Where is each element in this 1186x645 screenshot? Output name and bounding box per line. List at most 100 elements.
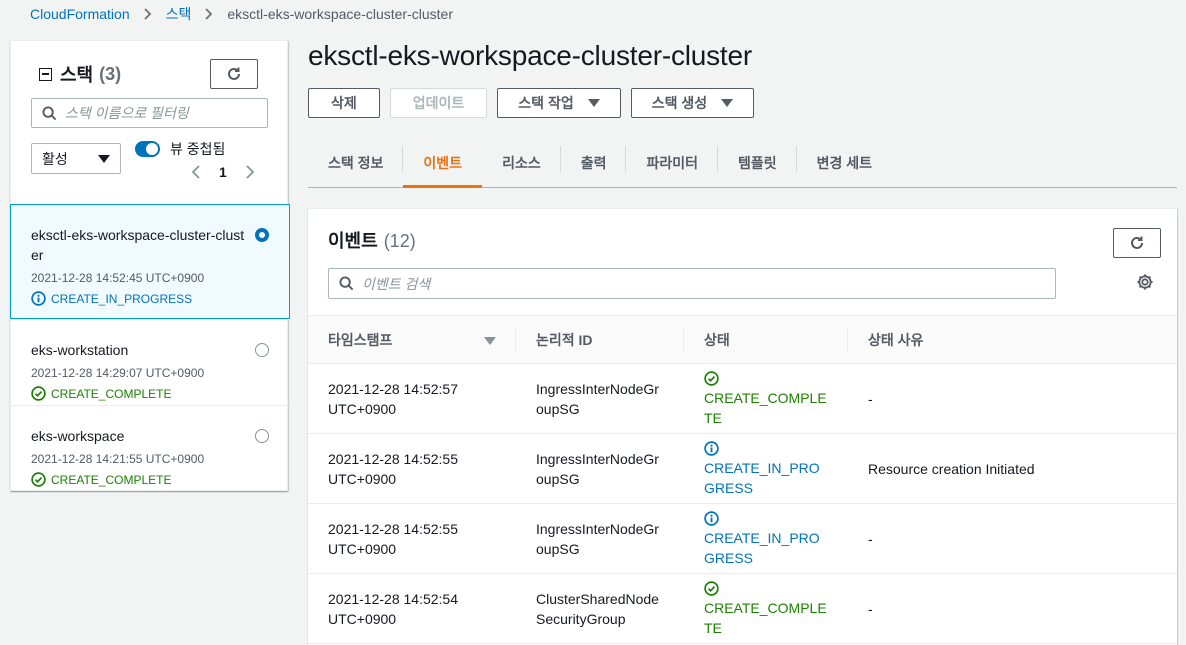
sort-desc-icon[interactable] (484, 337, 496, 345)
caret-down-icon (587, 99, 600, 107)
stack-status-filter-select[interactable]: 활성 (31, 143, 121, 174)
stack-time: 2021-12-28 14:21:55 UTC+0900 (31, 452, 205, 466)
events-search-wrap (328, 268, 1056, 299)
stack-actions-label: 스택 작업 (518, 95, 574, 111)
table-row: 2021-12-28 14:52:57 UTC+0900 IngressInte… (308, 364, 1177, 434)
column-header-timestamp[interactable]: 타임스탬프 (308, 316, 516, 364)
event-timestamp: 2021-12-28 14:52:55 UTC+0900 (328, 520, 458, 557)
stacks-panel-header: 스택 (3) (39, 61, 121, 87)
stack-list: eksctl-eks-workspace-cluster-cluster 202… (10, 204, 290, 491)
stack-time: 2021-12-28 14:29:07 UTC+0900 (31, 366, 205, 380)
nested-view-toggle[interactable] (135, 141, 160, 157)
breadcrumb-cloudformation[interactable]: CloudFormation (30, 6, 130, 22)
stack-time: 2021-12-28 14:52:45 UTC+0900 (31, 271, 205, 285)
events-table: 타임스탬프 논리적 ID 상태 상태 사유 2021-12-28 14:52:5… (308, 315, 1177, 644)
stack-radio[interactable] (255, 228, 269, 242)
nested-view-toggle-wrap: 뷰 중첩됨 (135, 139, 225, 159)
events-header: 이벤트 (12) (328, 227, 416, 253)
chevron-right-icon[interactable] (245, 165, 255, 179)
stack-status: CREATE_IN_PROGRESS (31, 291, 289, 306)
event-status-reason: - (868, 530, 873, 547)
tab-resources[interactable]: 리소스 (482, 138, 561, 187)
event-timestamp: 2021-12-28 14:52:55 UTC+0900 (328, 450, 458, 487)
caret-down-icon (98, 154, 110, 163)
event-status-text: CREATE_IN_PROGRESS (704, 459, 820, 496)
stack-status-filter-value: 활성 (42, 150, 68, 167)
pagination: 1 (191, 164, 255, 180)
check-circle-icon (31, 472, 46, 487)
stacks-refresh-button[interactable] (210, 59, 258, 89)
column-header-status-reason[interactable]: 상태 사유 (848, 316, 1177, 364)
action-bar: 삭제 업데이트 스택 작업 스택 생성 (308, 88, 755, 118)
tab-label: 출력 (580, 154, 607, 171)
event-status: CREATE_COMPLETE (684, 364, 848, 434)
stack-status-text: CREATE_COMPLETE (51, 386, 172, 401)
chevron-right-icon (205, 8, 213, 20)
event-status: CREATE_IN_PROGRESS (684, 434, 848, 504)
event-status-reason: - (868, 390, 873, 407)
page-title: eksctl-eks-workspace-cluster-cluster (308, 40, 753, 71)
table-row: 2021-12-28 14:52:55 UTC+0900 IngressInte… (308, 434, 1177, 504)
search-icon (42, 105, 57, 120)
nested-view-toggle-label: 뷰 중첩됨 (170, 141, 226, 157)
tab-stack-info[interactable]: 스택 정보 (308, 138, 404, 187)
update-button[interactable]: 업데이트 (389, 88, 488, 118)
tab-label: 변경 세트 (816, 154, 873, 171)
tab-label: 템플릿 (738, 154, 777, 171)
events-table-header: 타임스탬프 논리적 ID 상태 상태 사유 (308, 315, 1177, 364)
collapse-icon[interactable] (39, 67, 52, 81)
events-search-input[interactable] (362, 275, 935, 292)
info-icon (704, 441, 719, 456)
caret-down-icon (721, 99, 734, 107)
column-header-logical-id[interactable]: 논리적 ID (516, 316, 684, 364)
event-timestamp: 2021-12-28 14:52:57 UTC+0900 (328, 380, 458, 417)
refresh-icon (1131, 236, 1143, 249)
stack-radio[interactable] (255, 343, 269, 357)
event-logical-id: IngressInterNodeGroupSG (536, 450, 659, 487)
tab-parameters[interactable]: 파라미터 (626, 138, 718, 187)
tab-outputs[interactable]: 출력 (561, 138, 627, 187)
stack-list-item[interactable]: eksctl-eks-workspace-cluster-cluster 202… (10, 204, 290, 319)
events-refresh-button[interactable] (1113, 228, 1161, 258)
tab-change-sets[interactable]: 변경 세트 (797, 138, 892, 187)
create-stack-label: 스택 생성 (651, 95, 708, 111)
check-circle-icon (704, 581, 719, 596)
event-status-text: CREATE_COMPLETE (704, 389, 827, 426)
column-header-status[interactable]: 상태 (684, 316, 848, 364)
event-status: CREATE_COMPLETE (684, 574, 848, 644)
stack-name: eks-workspace (31, 428, 125, 444)
stack-list-item[interactable]: eks-workstation 2021-12-28 14:29:07 UTC+… (11, 319, 289, 405)
chevron-right-icon (143, 8, 152, 20)
info-icon (31, 291, 46, 306)
page-number[interactable]: 1 (219, 164, 227, 180)
breadcrumb: CloudFormation 스택 eksctl-eks-workspace-c… (30, 4, 453, 24)
event-status: CREATE_IN_PROGRESS (684, 504, 848, 574)
create-stack-button[interactable]: 스택 생성 (630, 88, 755, 118)
events-panel: 이벤트 (12) 타임스탬프 논리적 ID 상태 상태 사유 2021-12-2… (308, 208, 1177, 645)
tab-template[interactable]: 템플릿 (718, 138, 797, 187)
stack-name: eksctl-eks-workspace-cluster-cluster (31, 227, 245, 263)
stack-actions-button[interactable]: 스택 작업 (497, 88, 621, 118)
stack-filter-input[interactable] (65, 105, 245, 121)
delete-button[interactable]: 삭제 (308, 88, 380, 118)
chevron-left-icon[interactable] (191, 165, 201, 179)
refresh-icon (228, 67, 240, 80)
event-logical-id: IngressInterNodeGroupSG (536, 520, 659, 557)
events-title: 이벤트 (328, 231, 378, 251)
gear-icon[interactable] (1136, 273, 1154, 291)
stack-status-text: CREATE_IN_PROGRESS (51, 291, 193, 306)
tab-bar: 스택 정보 이벤트 리소스 출력 파라미터 템플릿 변경 세트 (308, 138, 1177, 188)
stack-status: CREATE_COMPLETE (31, 386, 289, 401)
breadcrumb-current: eksctl-eks-workspace-cluster-cluster (227, 6, 453, 22)
search-icon (339, 276, 354, 291)
stack-radio[interactable] (255, 429, 269, 443)
event-timestamp: 2021-12-28 14:52:54 UTC+0900 (328, 590, 458, 627)
tab-label: 스택 정보 (328, 154, 384, 171)
stacks-count: (3) (99, 63, 122, 84)
breadcrumb-stacks[interactable]: 스택 (166, 4, 192, 24)
stack-list-item[interactable]: eks-workspace 2021-12-28 14:21:55 UTC+09… (11, 405, 289, 491)
stack-name: eks-workstation (31, 342, 129, 358)
tab-events[interactable]: 이벤트 (403, 138, 482, 188)
event-status-reason: Resource creation Initiated (868, 460, 1035, 477)
table-row: 2021-12-28 14:52:55 UTC+0900 IngressInte… (308, 504, 1177, 574)
